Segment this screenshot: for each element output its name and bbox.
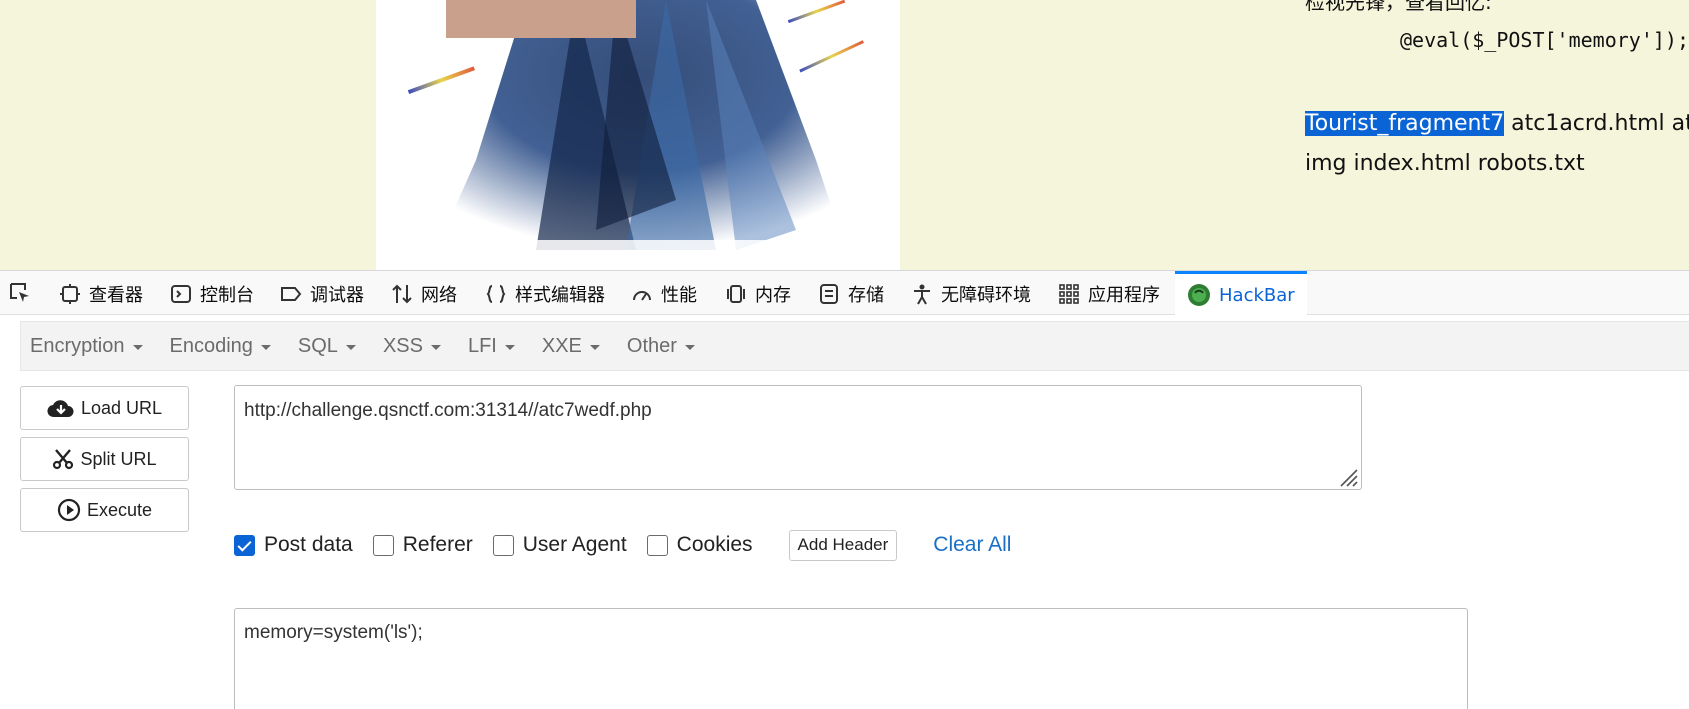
menu-lfi[interactable]: LFI: [468, 335, 515, 358]
add-header-button[interactable]: Add Header: [788, 529, 898, 561]
tab-performance[interactable]: 性能: [631, 271, 697, 316]
button-label: Load URL: [80, 397, 163, 418]
hackbar-icon: [1188, 284, 1210, 306]
prompt-text: 检视先锋，查看回忆:: [1305, 0, 1492, 14]
menu-xss[interactable]: XSS: [383, 335, 441, 358]
request-options: Post data Referer User Agent Cookies Add…: [234, 529, 1011, 561]
menu-label: SQL: [297, 334, 338, 357]
hackbar-menu: Encryption Encoding SQL XSS LFI XXE Othe…: [20, 321, 1689, 371]
tab-label: 无障碍环境: [941, 284, 1031, 306]
execute-button[interactable]: Execute: [20, 488, 189, 532]
tab-label: 控制台: [200, 284, 254, 306]
option-label: User Agent: [522, 533, 627, 556]
user-agent-checkbox[interactable]: [492, 534, 514, 556]
storage-icon: [820, 283, 838, 304]
cloud-download-icon: [47, 400, 74, 418]
tab-label: 调试器: [310, 284, 364, 306]
tab-network[interactable]: 网络: [391, 271, 457, 316]
style-editor-icon: [486, 284, 506, 303]
performance-icon: [633, 290, 651, 301]
post-data-input[interactable]: memory=system('ls');: [234, 608, 1468, 709]
button-label: Execute: [86, 499, 153, 520]
inspector-icon: [60, 283, 80, 304]
load-url-button[interactable]: Load URL: [20, 386, 189, 430]
option-label: Referer: [402, 533, 473, 556]
referer-checkbox[interactable]: [372, 534, 394, 556]
tab-inspector[interactable]: 查看器: [59, 271, 143, 316]
page-content: 检视先锋，查看回忆: @eval($_POST['memory']); Tour…: [0, 0, 1689, 270]
menu-label: Other: [626, 334, 677, 357]
anime-illustration: [376, 0, 900, 270]
post-data-option[interactable]: Post data: [234, 533, 353, 557]
split-url-button[interactable]: Split URL: [20, 437, 189, 481]
scissors-icon: [53, 449, 74, 470]
caret-down-icon: [504, 345, 515, 350]
menu-label: XXE: [541, 334, 582, 357]
network-icon: [392, 284, 412, 303]
caret-down-icon: [430, 345, 441, 350]
menu-encoding[interactable]: Encoding: [170, 335, 271, 358]
clear-all-link[interactable]: Clear All: [933, 533, 1011, 557]
resize-grip-icon[interactable]: [1336, 465, 1358, 487]
accessibility-icon: [914, 284, 930, 304]
user-agent-option[interactable]: User Agent: [492, 533, 627, 557]
referer-option[interactable]: Referer: [372, 533, 473, 557]
caret-down-icon: [684, 345, 695, 350]
tab-debugger[interactable]: 调试器: [280, 271, 364, 316]
tab-label: HackBar: [1219, 284, 1295, 306]
tab-storage[interactable]: 存储: [818, 271, 884, 316]
cookies-checkbox[interactable]: [646, 534, 668, 556]
element-picker-icon[interactable]: [8, 281, 32, 310]
console-icon: [171, 284, 191, 303]
tab-label: 应用程序: [1088, 284, 1160, 306]
tab-label: 性能: [661, 284, 697, 306]
eval-code: @eval($_POST['memory']);: [1400, 28, 1689, 52]
tab-application[interactable]: 应用程序: [1058, 271, 1160, 316]
tab-accessibility[interactable]: 无障碍环境: [911, 271, 1031, 316]
memory-icon: [727, 284, 745, 303]
tab-label: 内存: [755, 284, 791, 306]
menu-label: Encoding: [169, 334, 253, 357]
tab-console[interactable]: 控制台: [170, 271, 254, 316]
option-label: Cookies: [676, 533, 753, 556]
tab-label: 查看器: [89, 284, 143, 306]
devtools-toolbar: 查看器 控制台 调试器 网络 样式编辑器 性能 内存 存储 无障碍环境 应用程序…: [0, 270, 1689, 316]
menu-encryption[interactable]: Encryption: [30, 335, 143, 358]
tab-label: 样式编辑器: [515, 284, 605, 306]
menu-label: Encryption: [30, 334, 125, 357]
menu-xxe[interactable]: XXE: [542, 335, 600, 358]
button-label: Split URL: [80, 448, 157, 469]
tab-style-editor[interactable]: 样式编辑器: [485, 271, 605, 316]
command-output-line-2: img index.html robots.txt: [1305, 151, 1585, 176]
output-text: atc1acrd.html atc2: [1511, 111, 1689, 136]
debugger-icon: [281, 286, 302, 301]
menu-label: LFI: [467, 334, 497, 357]
menu-label: XSS: [382, 334, 423, 357]
play-circle-icon: [57, 498, 81, 522]
post-data-checkbox[interactable]: [234, 534, 255, 556]
selected-text: Tourist_fragment7: [1305, 111, 1505, 136]
tab-hackbar[interactable]: HackBar: [1175, 271, 1307, 316]
tab-memory[interactable]: 内存: [725, 271, 791, 316]
caret-down-icon: [345, 345, 356, 350]
option-label: Post data: [264, 533, 353, 556]
application-icon: [1059, 283, 1079, 304]
cookies-option[interactable]: Cookies: [646, 533, 753, 557]
command-output-line-1: Tourist_fragment7 atc1acrd.html atc2: [1305, 110, 1689, 138]
caret-down-icon: [260, 345, 271, 350]
caret-down-icon: [132, 345, 143, 350]
url-input[interactable]: http://challenge.qsnctf.com:31314//atc7w…: [234, 385, 1362, 490]
tab-label: 网络: [421, 284, 457, 306]
menu-other[interactable]: Other: [627, 335, 695, 358]
menu-sql[interactable]: SQL: [298, 335, 356, 358]
tab-label: 存储: [848, 284, 884, 306]
caret-down-icon: [589, 345, 600, 350]
